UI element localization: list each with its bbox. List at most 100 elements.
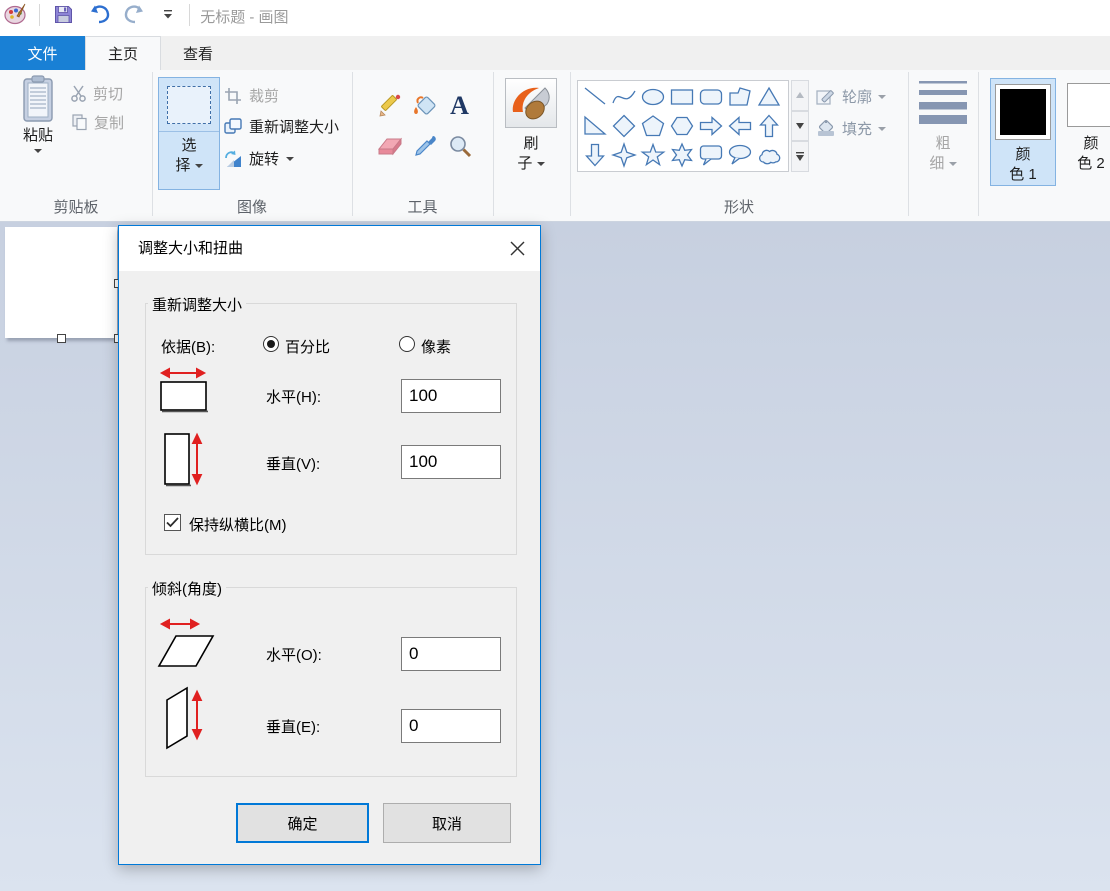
close-button[interactable] xyxy=(495,226,540,271)
copy-icon xyxy=(72,114,88,131)
shape-rounded-rectangle-icon[interactable] xyxy=(696,82,725,111)
shapes-expand-gallery-button[interactable] xyxy=(791,141,809,172)
color-picker-tool[interactable] xyxy=(407,126,442,166)
size-label-line1: 粗 xyxy=(935,134,950,154)
cut-button[interactable]: 剪切 xyxy=(70,83,123,104)
dialog-title: 调整大小和扭曲 xyxy=(138,226,243,271)
color1-button[interactable]: 颜 色 1 xyxy=(990,78,1056,186)
group-divider xyxy=(978,72,979,216)
drawing-canvas[interactable] xyxy=(5,227,117,338)
color2-label-line1: 颜 xyxy=(1083,134,1098,154)
checkmark-icon xyxy=(166,517,179,528)
undo-icon[interactable] xyxy=(85,0,115,28)
text-tool[interactable]: A xyxy=(442,86,477,126)
shapes-scroll-down-button[interactable] xyxy=(791,111,809,142)
shape-outline-button[interactable]: 轮廓 xyxy=(816,86,886,107)
paste-label: 粘贴 xyxy=(23,126,53,146)
shape-callout-oval-icon[interactable] xyxy=(725,141,754,170)
shape-polygon-icon[interactable] xyxy=(725,82,754,111)
shape-star-4-icon[interactable] xyxy=(609,141,638,170)
canvas-resize-handle-bottom[interactable] xyxy=(57,334,66,343)
cancel-button[interactable]: 取消 xyxy=(383,803,511,843)
group-divider xyxy=(352,72,353,216)
shape-diamond-icon[interactable] xyxy=(609,111,638,140)
horizontal-skew-icon xyxy=(155,616,217,674)
maintain-aspect-ratio-label[interactable]: 保持纵横比(M) xyxy=(189,514,287,535)
shape-fill-button[interactable]: 填充 xyxy=(816,118,886,139)
brushes-dropdown-caret xyxy=(537,162,545,166)
paste-button[interactable]: 粘贴 xyxy=(12,74,64,153)
fill-bucket-icon xyxy=(412,93,438,119)
skew-vertical-input[interactable] xyxy=(401,709,501,743)
group-divider xyxy=(570,72,571,216)
clipboard-group-label: 剪贴板 xyxy=(0,196,152,217)
pencil-tool[interactable] xyxy=(372,86,407,126)
color2-button[interactable]: 颜 色 2 xyxy=(1060,78,1110,186)
resize-groupbox-title: 重新调整大小 xyxy=(148,294,246,315)
resize-horizontal-input[interactable] xyxy=(401,379,501,413)
shape-line-icon[interactable] xyxy=(580,82,609,111)
paste-dropdown-caret xyxy=(34,149,42,153)
shape-triangle-icon[interactable] xyxy=(754,82,783,111)
paint-logo-icon[interactable] xyxy=(3,0,29,28)
eraser-tool[interactable] xyxy=(372,126,407,166)
tab-view[interactable]: 查看 xyxy=(161,36,235,70)
shape-arrow-up-icon[interactable] xyxy=(754,111,783,140)
shape-right-triangle-icon[interactable] xyxy=(580,111,609,140)
qat-customize-dropdown-icon[interactable] xyxy=(157,0,179,28)
maintain-aspect-ratio-checkbox[interactable] xyxy=(164,514,181,531)
magnifier-tool[interactable] xyxy=(442,126,477,166)
skew-horizontal-label: 水平(O): xyxy=(266,644,322,665)
tab-home[interactable]: 主页 xyxy=(85,36,161,70)
shape-pentagon-icon[interactable] xyxy=(638,111,667,140)
size-button[interactable]: 粗 细 xyxy=(912,78,974,174)
copy-button[interactable]: 复制 xyxy=(72,112,124,133)
shape-rectangle-icon[interactable] xyxy=(667,82,696,111)
ok-button[interactable]: 确定 xyxy=(236,803,369,843)
shapes-scroll-up-button[interactable] xyxy=(791,80,809,111)
shape-arrow-left-icon[interactable] xyxy=(725,111,754,140)
shape-hexagon-icon[interactable] xyxy=(667,111,696,140)
paint-window: 无标题 - 画图 文件 主页 查看 粘贴 xyxy=(0,0,1110,891)
shape-star-6-icon[interactable] xyxy=(667,141,696,170)
save-icon[interactable] xyxy=(50,0,76,28)
radio-pixels[interactable] xyxy=(399,336,415,352)
resize-button[interactable]: 重新调整大小 xyxy=(224,116,339,137)
radio-pixels-label[interactable]: 像素 xyxy=(421,336,451,357)
outline-label: 轮廓 xyxy=(842,86,872,107)
brushes-button[interactable]: 刷 子 xyxy=(499,78,563,174)
tab-file[interactable]: 文件 xyxy=(0,36,85,70)
select-button[interactable]: 选 择 xyxy=(158,77,220,190)
color1-label-line2: 色 1 xyxy=(1009,165,1037,185)
rotate-icon xyxy=(224,150,242,168)
title-bar: 无标题 - 画图 xyxy=(0,0,1110,36)
dialog-title-bar[interactable]: 调整大小和扭曲 xyxy=(119,226,540,271)
resize-horizontal-label: 水平(H): xyxy=(266,386,321,407)
shape-arrow-right-icon[interactable] xyxy=(696,111,725,140)
color2-label-line2: 色 2 xyxy=(1077,154,1105,174)
shape-star-5-icon[interactable] xyxy=(638,141,667,170)
tools-grid: A xyxy=(372,86,482,166)
shapes-scrollbar xyxy=(791,80,809,172)
horizontal-resize-icon xyxy=(159,366,211,413)
radio-percentage[interactable] xyxy=(263,336,279,352)
color1-label-line1: 颜 xyxy=(1015,145,1030,165)
shape-callout-cloud-icon[interactable] xyxy=(754,141,783,170)
shape-arrow-down-icon[interactable] xyxy=(580,141,609,170)
resize-vertical-input[interactable] xyxy=(401,445,501,479)
shape-ellipse-icon[interactable] xyxy=(638,82,667,111)
resize-icon xyxy=(224,118,242,135)
shape-curve-icon[interactable] xyxy=(609,82,638,111)
outline-dropdown-caret xyxy=(878,95,886,99)
skew-horizontal-input[interactable] xyxy=(401,637,501,671)
crop-button[interactable]: 裁剪 xyxy=(224,85,279,106)
redo-icon[interactable] xyxy=(119,0,149,28)
brushes-label-line2: 子 xyxy=(517,154,544,174)
fill-tool[interactable] xyxy=(407,86,442,126)
rotate-button[interactable]: 旋转 xyxy=(224,148,294,169)
clipboard-icon xyxy=(21,74,55,126)
radio-percentage-label[interactable]: 百分比 xyxy=(285,336,330,357)
fill-icon xyxy=(816,119,836,138)
resize-skew-dialog: 调整大小和扭曲 重新调整大小 依据(B): 百分比 像素 xyxy=(118,225,541,865)
shape-callout-rounded-icon[interactable] xyxy=(696,141,725,170)
